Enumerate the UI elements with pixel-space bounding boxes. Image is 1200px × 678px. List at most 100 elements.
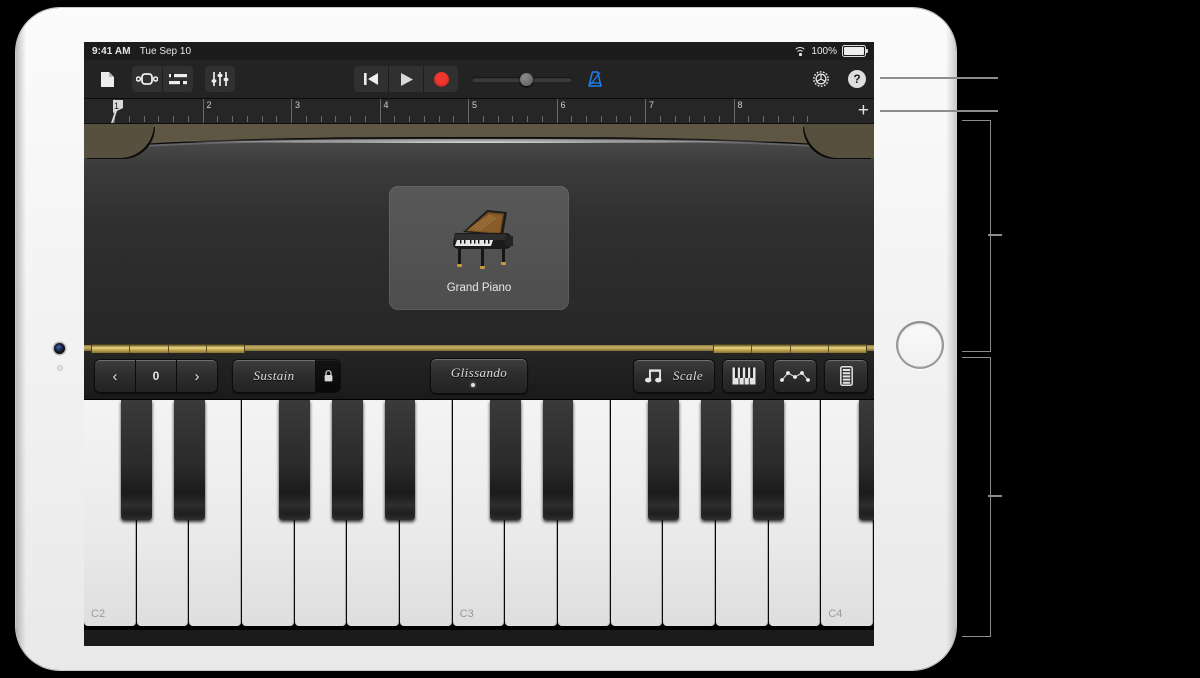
beamed-notes-icon (644, 369, 662, 383)
status-time: 9:41 AM (92, 45, 131, 57)
glissando-dot-1[interactable] (471, 383, 475, 387)
black-key[interactable] (121, 400, 152, 520)
ruler-beat-tick (512, 116, 514, 122)
track-view-icon (169, 72, 187, 85)
ruler-bar-mark: 4 (379, 99, 389, 123)
ruler-beat-tick (350, 116, 351, 122)
ruler-beat-tick (335, 116, 337, 122)
black-key[interactable] (384, 400, 416, 520)
sustain-button[interactable]: Sustain (232, 359, 316, 393)
home-button[interactable] (896, 321, 944, 369)
rewind-to-start-icon (364, 73, 378, 85)
octave-control-group: ‹ 0 › (94, 359, 218, 393)
ruler-beat-tick (689, 116, 691, 122)
ruler-beat-tick (748, 116, 750, 122)
octave-down-button[interactable]: ‹ (94, 359, 136, 393)
black-key[interactable] (490, 400, 521, 520)
glissando-label: Glissando (450, 365, 508, 380)
lock-icon (324, 370, 332, 382)
ruler-bar-label: 8 (737, 100, 743, 110)
ruler-beat-tick (232, 116, 233, 122)
volume-knob[interactable] (520, 72, 533, 86)
ipad-screen: 9:41 AM Tue Sep 10 100% ? 2 3 4 5 6 7 8 … (84, 42, 874, 646)
ruler-bar-mark: 5 (468, 99, 477, 123)
my-songs-button[interactable] (92, 66, 122, 92)
arpeggiator-icon (780, 371, 810, 382)
front-camera-icon (54, 343, 65, 354)
ruler-bar-mark: 6 (556, 99, 566, 123)
octave-up-button[interactable]: › (177, 359, 218, 393)
toolbar: ? (84, 60, 874, 99)
sustain-label: Sustain (253, 368, 295, 383)
glissando-mode-dots[interactable] (471, 383, 487, 387)
mixer-sliders-icon (211, 72, 229, 86)
chevron-right-icon: › (194, 367, 200, 385)
transport-controls (354, 66, 604, 92)
black-key[interactable] (279, 400, 310, 520)
ruler-beat-tick (173, 116, 174, 122)
status-date: Tue Sep 10 (139, 45, 192, 57)
ruler-beat-tick (718, 116, 720, 122)
callout-bracket-instrument (962, 120, 991, 352)
master-volume-slider[interactable] (472, 68, 572, 90)
add-track-button[interactable]: + (858, 101, 869, 120)
ruler-bar-mark: 3 (291, 99, 300, 123)
sustain-lock-button[interactable] (316, 359, 341, 393)
black-key[interactable] (542, 400, 574, 520)
ruler-beat-tick (320, 116, 322, 122)
playhead[interactable]: 1 (111, 99, 124, 123)
piano-keyboard[interactable]: C2 C3 C4 (84, 400, 874, 630)
ruler-beat-tick (187, 116, 189, 122)
instrument-stage: Grand Piano (84, 124, 874, 353)
ruler-beat-tick (659, 116, 661, 122)
playhead-stem (111, 111, 117, 123)
black-key[interactable] (753, 400, 784, 520)
metronome-button[interactable] (586, 70, 604, 88)
ambient-light-sensor-icon (57, 365, 63, 371)
white-key-label: C4 (828, 608, 843, 620)
help-button[interactable]: ? (848, 70, 866, 88)
rewind-button[interactable] (354, 66, 389, 92)
instrument-tile[interactable]: Grand Piano (389, 186, 569, 310)
glissando-button[interactable]: Glissando (430, 358, 528, 394)
track-view-button[interactable] (163, 66, 193, 92)
ruler-bar-label: 4 (383, 100, 389, 110)
battery-percent: 100% (811, 45, 837, 57)
ruler-beat-tick (143, 116, 145, 122)
play-button[interactable] (389, 66, 424, 92)
black-key[interactable] (174, 400, 205, 520)
ruler-beat-tick (497, 116, 499, 122)
ruler-bar-label: 6 (560, 100, 566, 110)
record-button[interactable] (424, 66, 458, 92)
keyboard-strip-icon (839, 366, 853, 386)
ruler-beat-tick (276, 116, 278, 122)
timeline-ruler[interactable]: 12345678 1 + (84, 99, 874, 124)
black-key[interactable] (858, 400, 874, 520)
ruler-bar-label: 3 (295, 100, 301, 110)
status-bar: 9:41 AM Tue Sep 10 100% (84, 42, 874, 60)
ruler-beat-tick (482, 116, 484, 122)
keyboard-icon (732, 367, 756, 385)
settings-button[interactable] (806, 66, 836, 92)
wifi-icon (793, 46, 807, 56)
ruler-beat-tick (586, 116, 587, 122)
black-key[interactable] (332, 400, 363, 520)
arpeggiator-button[interactable] (773, 359, 817, 393)
keyboard-options-group: Scale (633, 359, 868, 393)
black-key[interactable] (648, 400, 679, 520)
keyboard-base (84, 626, 874, 630)
key-size-button[interactable] (824, 359, 868, 393)
scale-button[interactable]: Scale (633, 359, 715, 393)
ruler-beat-tick (305, 116, 307, 122)
callout-line-ruler (880, 110, 998, 112)
mixer-button[interactable] (205, 66, 235, 92)
black-key[interactable] (700, 400, 732, 520)
ruler-beat-tick (600, 116, 602, 122)
keyboard-layout-button[interactable] (722, 359, 766, 393)
ruler-beat-tick (615, 116, 617, 122)
chevron-left-icon: ‹ (112, 367, 118, 385)
hinge-right (714, 345, 866, 353)
glissando-dot-2[interactable] (483, 383, 487, 387)
instrument-browser-button[interactable] (132, 66, 163, 92)
ruler-beat-tick (438, 116, 440, 122)
